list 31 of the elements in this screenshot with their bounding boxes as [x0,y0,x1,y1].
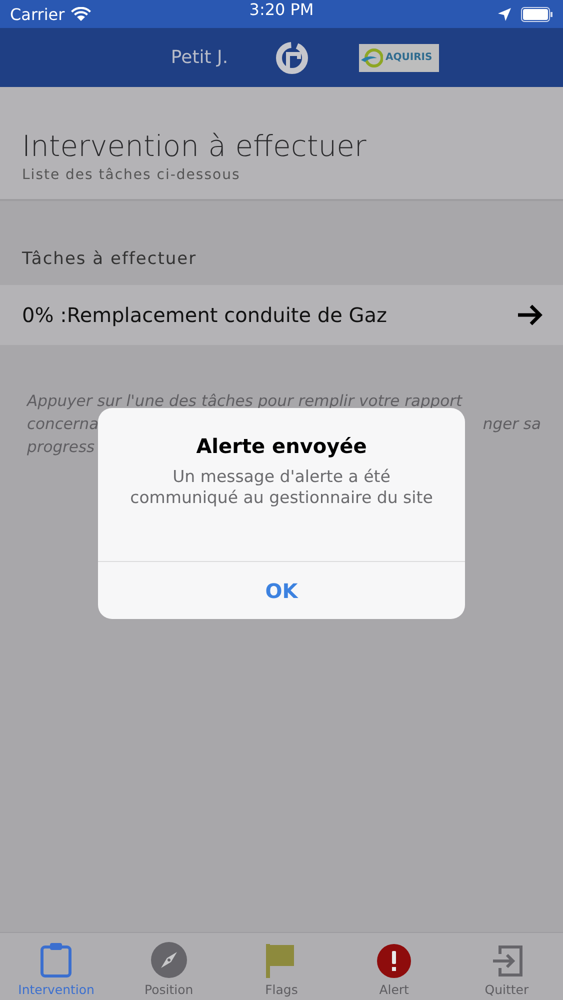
carrier-label: Carrier [10,4,65,24]
exit-icon [490,944,523,978]
hint-text: Appuyer sur l'une des tâches pour remplir votre rapport [27,391,462,412]
alert-icon [377,944,412,978]
hint-text: concerna [27,414,99,435]
hint-text: progress [27,437,95,458]
wifi-icon [70,7,91,21]
flag-icon [266,944,296,978]
page-title: Intervention à effectuer [22,129,368,163]
tab[interactable]: Quitter [450,933,563,1000]
hint-text: nger sa [482,414,541,435]
clipboard-icon [40,942,72,978]
swirl-icon [360,48,382,68]
section-title: Tâches à effectuer [22,249,197,269]
page-subtitle: Liste des tâches ci-dessous [22,167,242,183]
compass-icon [150,942,187,978]
status-time: 3:20 PM [249,0,314,19]
alert-message: Un message d'alerte a été communiqué au gestionnaire du site [129,466,434,508]
location-arrow-icon [498,8,511,20]
partner-logo: AQUIRIS [358,44,438,72]
tab[interactable]: Flags [225,933,338,1000]
tab[interactable]: Position [112,933,226,1000]
app-logo-icon [274,40,308,74]
tab[interactable]: Alert [338,933,450,1000]
tab[interactable]: Intervention [0,933,113,1000]
arrow-right-icon [517,304,543,326]
user-name: Petit J. [170,47,230,68]
task-row[interactable]: 0% :Remplacement conduite de Gaz [0,285,563,345]
battery-icon [521,6,553,22]
alert-title: Alerte envoyée [196,434,367,458]
ok-button[interactable]: OK [98,561,465,619]
